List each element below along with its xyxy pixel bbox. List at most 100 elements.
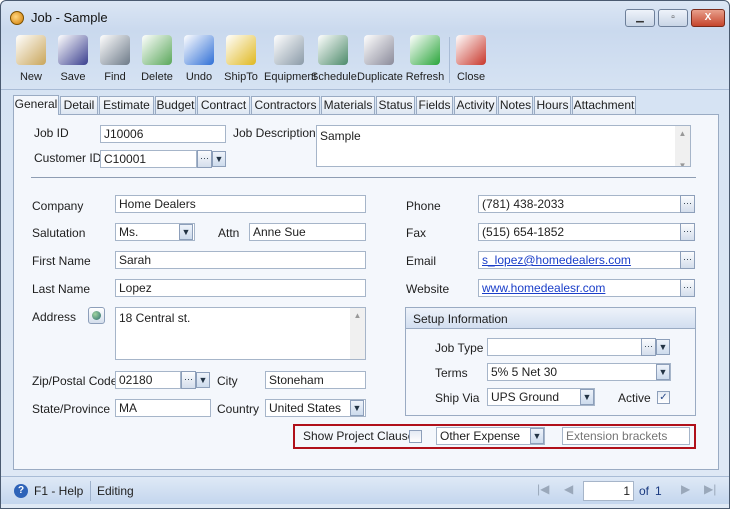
undo-arrow-icon bbox=[184, 35, 214, 65]
close-window-icon bbox=[456, 35, 486, 65]
ship-via-dropdown-button[interactable]: ▼ bbox=[580, 389, 594, 405]
fax-button[interactable]: ··· bbox=[680, 223, 695, 241]
website-button[interactable]: ··· bbox=[680, 279, 695, 297]
address-textarea[interactable]: 18 Central st. ▲▼ bbox=[115, 307, 366, 360]
tab-notes[interactable]: Notes bbox=[498, 96, 533, 115]
salutation-label: Salutation bbox=[32, 226, 86, 240]
tab-attachment[interactable]: Attachment bbox=[572, 96, 636, 115]
status-bar: ? F1 - Help Editing |◀ ◀ 1 of 1 ▶ ▶| bbox=[1, 476, 729, 504]
tab-detail[interactable]: Detail bbox=[60, 96, 98, 115]
company-input[interactable]: Home Dealers bbox=[115, 195, 366, 213]
country-dropdown-button[interactable]: ▼ bbox=[350, 400, 364, 416]
first-name-input[interactable]: Sarah bbox=[115, 251, 366, 269]
description-scrollbar[interactable]: ▲ ▼ bbox=[675, 126, 690, 166]
expense-type-select[interactable]: Other Expense bbox=[436, 427, 545, 445]
map-button[interactable] bbox=[88, 307, 105, 324]
city-label: City bbox=[217, 374, 238, 388]
email-button[interactable]: ··· bbox=[680, 251, 695, 269]
tab-activity[interactable]: Activity bbox=[454, 96, 497, 115]
toolbar-bottom-line bbox=[1, 89, 729, 90]
address-text: 18 Central st. bbox=[119, 311, 191, 325]
toolbar-equipment-button[interactable]: Equipment bbox=[264, 35, 317, 83]
mode-text: Editing bbox=[97, 484, 134, 498]
toolbar-label: Delete bbox=[141, 71, 173, 83]
terms-select[interactable]: 5% 5 Net 30 bbox=[487, 363, 671, 381]
job-description-textarea[interactable]: Sample ▲ ▼ bbox=[316, 125, 691, 167]
email-label: Email bbox=[406, 254, 437, 268]
minimize-button[interactable]: ▁ bbox=[625, 9, 655, 27]
last-name-input[interactable]: Lopez bbox=[115, 279, 366, 297]
tab-general[interactable]: General bbox=[13, 95, 59, 115]
globe-icon bbox=[92, 311, 101, 320]
close-window-button[interactable]: X bbox=[691, 9, 725, 27]
wrench-icon bbox=[274, 35, 304, 65]
salutation-value: Ms. bbox=[119, 225, 139, 239]
page-input[interactable]: 1 bbox=[583, 481, 634, 501]
tab-contract[interactable]: Contract bbox=[197, 96, 250, 115]
email-input[interactable]: s_lopez@homedealers.com bbox=[478, 251, 681, 269]
refresh-icon bbox=[410, 35, 440, 65]
extension-input[interactable] bbox=[562, 427, 690, 445]
website-input[interactable]: www.homedealesr.com bbox=[478, 279, 681, 297]
country-label: Country bbox=[217, 402, 260, 416]
ship-via-label: Ship Via bbox=[435, 391, 480, 405]
zip-lookup-button[interactable]: ··· bbox=[181, 371, 196, 389]
show-project-clause-checkbox[interactable] bbox=[409, 430, 422, 443]
attn-input[interactable]: Anne Sue bbox=[249, 223, 366, 241]
job-type-input[interactable] bbox=[487, 338, 642, 356]
job-type-dropdown-button[interactable]: ▼ bbox=[656, 339, 670, 355]
maximize-button[interactable]: ▫ bbox=[658, 9, 688, 27]
address-scrollbar[interactable]: ▲▼ bbox=[350, 308, 365, 359]
salutation-dropdown-button[interactable]: ▼ bbox=[179, 224, 193, 240]
toolbar-find-button[interactable]: Find bbox=[93, 35, 137, 83]
first-name-label: First Name bbox=[32, 254, 91, 268]
help-text[interactable]: F1 - Help bbox=[34, 484, 83, 498]
tab-hours[interactable]: Hours bbox=[534, 96, 571, 115]
expense-type-dropdown-button[interactable]: ▼ bbox=[530, 428, 544, 444]
active-checkbox[interactable]: ✓ bbox=[657, 391, 670, 404]
phone-input[interactable]: (781) 438-2033 bbox=[478, 195, 681, 213]
last-page-button[interactable]: ▶| bbox=[704, 482, 716, 496]
tab-status[interactable]: Status bbox=[376, 96, 415, 115]
phone-button[interactable]: ··· bbox=[680, 195, 695, 213]
tab-estimate[interactable]: Estimate bbox=[99, 96, 154, 115]
tab-materials[interactable]: Materials bbox=[321, 96, 375, 115]
toolbar-shipto-button[interactable]: ShipTo bbox=[219, 35, 263, 83]
job-type-lookup-button[interactable]: ··· bbox=[641, 338, 656, 356]
customer-lookup-button[interactable]: ··· bbox=[197, 150, 212, 168]
city-input[interactable]: Stoneham bbox=[265, 371, 366, 389]
prev-page-button[interactable]: ◀ bbox=[564, 482, 573, 496]
toolbar-duplicate-button[interactable]: Duplicate bbox=[357, 35, 403, 83]
recycle-bin-icon bbox=[142, 35, 172, 65]
toolbar-new-button[interactable]: New bbox=[9, 35, 53, 83]
fax-label: Fax bbox=[406, 226, 427, 240]
new-document-icon bbox=[16, 35, 46, 65]
job-id-label: Job ID bbox=[34, 126, 69, 140]
company-label: Company bbox=[32, 199, 84, 213]
terms-dropdown-button[interactable]: ▼ bbox=[656, 364, 670, 380]
of-label: of bbox=[639, 484, 650, 498]
toolbar-undo-button[interactable]: Undo bbox=[177, 35, 221, 83]
job-description-label: Job Description bbox=[233, 126, 316, 140]
ship-via-select[interactable]: UPS Ground bbox=[487, 388, 595, 406]
tab-contractors[interactable]: Contractors bbox=[251, 96, 320, 115]
toolbar-label: Duplicate bbox=[357, 71, 403, 83]
tab-fields[interactable]: Fields bbox=[416, 96, 453, 115]
toolbar-save-button[interactable]: Save bbox=[51, 35, 95, 83]
fax-input[interactable]: (515) 654-1852 bbox=[478, 223, 681, 241]
customer-id-input[interactable]: C10001 bbox=[100, 150, 197, 168]
job-description-text: Sample bbox=[320, 129, 361, 143]
next-page-button[interactable]: ▶ bbox=[681, 482, 690, 496]
toolbar-refresh-button[interactable]: Refresh bbox=[403, 35, 447, 83]
state-input[interactable]: MA bbox=[115, 399, 211, 417]
setup-information-header: Setup Information bbox=[406, 308, 695, 329]
job-id-input[interactable]: J10006 bbox=[100, 125, 226, 143]
customer-dropdown-button[interactable]: ▼ bbox=[212, 151, 226, 167]
toolbar-delete-button[interactable]: Delete bbox=[135, 35, 179, 83]
toolbar-close-button[interactable]: Close bbox=[449, 35, 493, 83]
toolbar-schedule-button[interactable]: Schedule bbox=[311, 35, 357, 83]
tab-budget[interactable]: Budget bbox=[155, 96, 196, 115]
zip-input[interactable]: 02180 bbox=[115, 371, 181, 389]
first-page-button[interactable]: |◀ bbox=[537, 482, 549, 496]
zip-dropdown-button[interactable]: ▼ bbox=[196, 372, 210, 388]
